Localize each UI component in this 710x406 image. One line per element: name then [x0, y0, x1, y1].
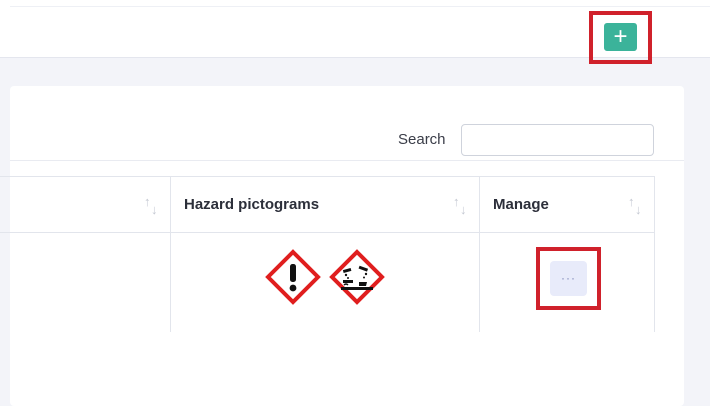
search-input[interactable]: [461, 124, 654, 156]
exclamation-mark-icon: [265, 249, 321, 305]
top-bar-divider: [10, 6, 710, 7]
search-label: Search: [398, 131, 446, 148]
column-header-1[interactable]: ↑ ↓: [0, 176, 171, 233]
table-cell-pictograms: [170, 232, 480, 332]
corrosion-icon: [329, 249, 385, 305]
sort-icon[interactable]: ↑ ↓: [144, 195, 160, 217]
hazard-pictograms: [265, 249, 389, 307]
more-actions-button[interactable]: ···: [550, 261, 587, 296]
column-header-hazard-pictograms[interactable]: Hazard pictograms ↑ ↓: [170, 176, 480, 233]
more-icon: ···: [561, 271, 576, 285]
plus-icon: +: [613, 22, 628, 50]
add-button[interactable]: +: [604, 23, 637, 51]
column-header-label: Manage: [493, 196, 549, 213]
sort-icon[interactable]: ↑ ↓: [628, 195, 644, 217]
manage-button-highlight: ···: [536, 247, 601, 310]
column-header-manage[interactable]: Manage ↑ ↓: [479, 176, 655, 233]
add-button-highlight: +: [589, 11, 652, 64]
table-cell: [0, 232, 171, 332]
sort-icon[interactable]: ↑ ↓: [453, 195, 469, 217]
column-header-label: Hazard pictograms: [184, 196, 320, 213]
